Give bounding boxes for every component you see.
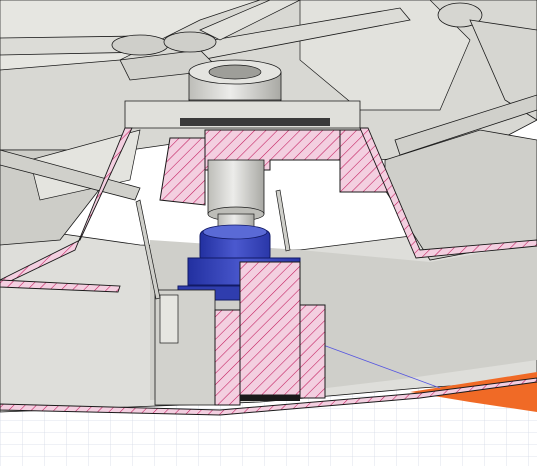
cad-viewport[interactable] xyxy=(0,0,537,466)
drive-shaft xyxy=(207,159,265,229)
